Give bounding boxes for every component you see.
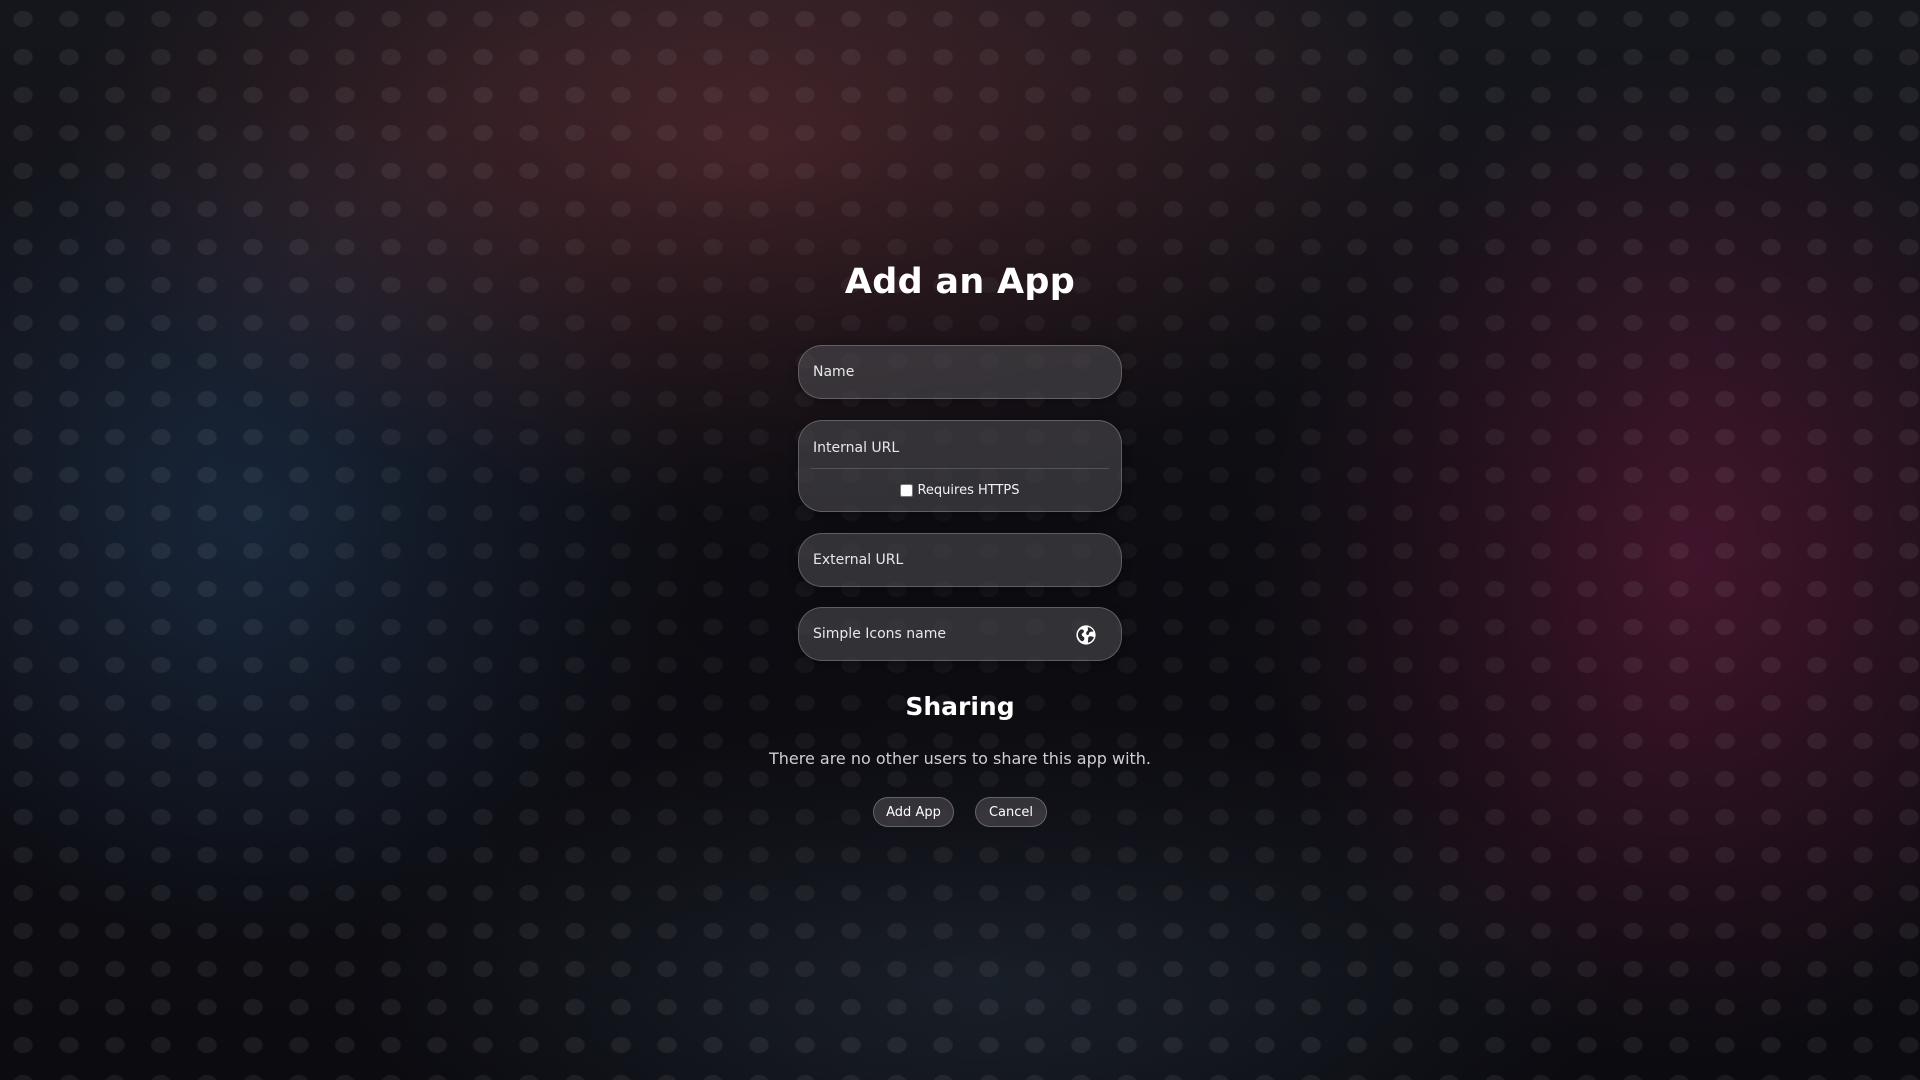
sharing-heading: Sharing [905, 692, 1015, 721]
internal-url-divider [811, 468, 1109, 469]
cancel-button[interactable]: Cancel [975, 797, 1047, 827]
sharing-empty-message: There are no other users to share this a… [768, 749, 1152, 768]
requires-https-checkbox[interactable] [900, 483, 914, 497]
simple-icons-input[interactable] [799, 608, 1121, 660]
requires-https-option[interactable]: Requires HTTPS [799, 476, 1121, 504]
internal-url-input[interactable] [799, 421, 1121, 475]
requires-https-label: Requires HTTPS [917, 482, 1020, 498]
add-app-panel: Add an App Requires HTTPS Sharing There … [0, 0, 1920, 1080]
name-input[interactable] [799, 346, 1121, 398]
add-app-button[interactable]: Add App [873, 797, 954, 827]
simple-icons-field [798, 607, 1122, 661]
page-title: Add an App [844, 262, 1076, 302]
external-url-input[interactable] [799, 534, 1121, 586]
external-url-field [798, 533, 1122, 587]
name-field [798, 345, 1122, 399]
globe-icon [1076, 625, 1096, 645]
internal-url-field: Requires HTTPS [798, 420, 1122, 512]
internal-url-row [799, 421, 1121, 475]
